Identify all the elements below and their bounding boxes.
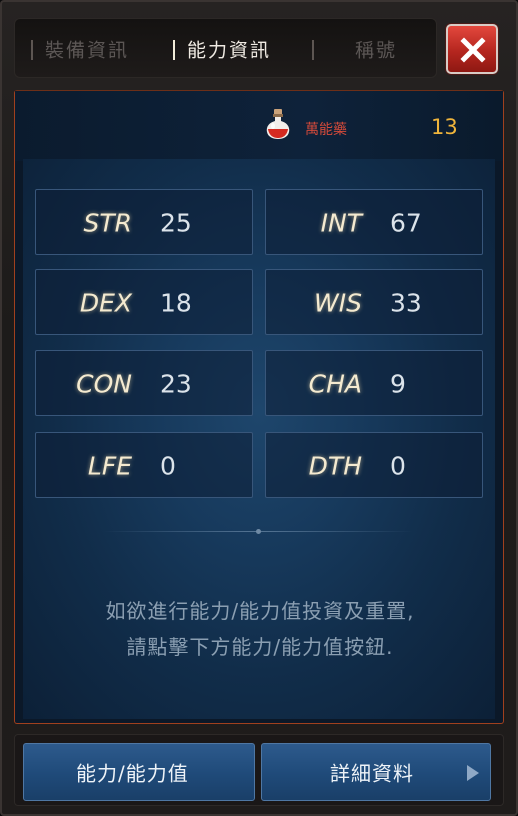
- stat-name: STR: [83, 208, 132, 238]
- tab-separator: [31, 40, 33, 60]
- currency-label: 萬能藥: [305, 122, 347, 138]
- stats-panel: 萬能藥 13 STR 25 INT 67 DEX 18 WIS 33 CON 2…: [14, 90, 504, 724]
- potion-icon: [266, 109, 290, 139]
- stat-value: 33: [390, 288, 422, 318]
- arrow-right-icon: [467, 765, 479, 781]
- stat-dth: DTH 0: [265, 432, 483, 498]
- stat-value: 9: [390, 369, 406, 399]
- stat-dex: DEX 18: [35, 269, 253, 335]
- ability-points-button-label: 能力/能力值: [76, 761, 189, 786]
- divider-dot: [256, 529, 261, 534]
- details-button[interactable]: 詳細資料: [261, 743, 491, 801]
- stat-str: STR 25: [35, 189, 253, 255]
- ability-window: 裝備資訊 能力資訊 稱號 萬能藥 13 STR 25 INT 67 DEX 18…: [0, 0, 518, 816]
- info-text-line1: 如欲進行能力/能力值投資及重置,: [105, 599, 415, 623]
- stat-int: INT 67: [265, 189, 483, 255]
- panel-header: [15, 91, 503, 161]
- stat-name: CHA: [308, 369, 362, 399]
- info-text-line2: 請點擊下方能力/能力值按鈕.: [126, 635, 394, 659]
- stat-lfe: LFE 0: [35, 432, 253, 498]
- stat-value: 23: [160, 369, 192, 399]
- tab-separator-active: [173, 40, 175, 60]
- tab-equipment-info[interactable]: 裝備資訊: [45, 36, 129, 63]
- footer-bar: 能力/能力值 詳細資料: [14, 734, 504, 806]
- tab-ability-info[interactable]: 能力資訊: [187, 36, 271, 63]
- stat-name: DTH: [308, 451, 362, 481]
- details-button-label: 詳細資料: [330, 761, 414, 786]
- close-button[interactable]: [446, 24, 498, 74]
- stat-name: INT: [320, 208, 362, 238]
- tab-bar: 裝備資訊 能力資訊 稱號: [14, 18, 437, 78]
- stat-value: 0: [390, 451, 406, 481]
- currency-value: 13: [431, 115, 458, 139]
- ability-points-button[interactable]: 能力/能力值: [23, 743, 255, 801]
- stat-value: 18: [160, 288, 192, 318]
- stat-wis: WIS 33: [265, 269, 483, 335]
- close-icon: [460, 37, 486, 63]
- tab-separator: [312, 40, 314, 60]
- stat-name: WIS: [314, 288, 362, 318]
- stat-value: 67: [390, 208, 422, 238]
- stat-value: 25: [160, 208, 192, 238]
- stat-name: DEX: [79, 288, 132, 318]
- stat-name: LFE: [87, 451, 132, 481]
- stat-value: 0: [160, 451, 176, 481]
- tab-titles[interactable]: 稱號: [355, 36, 397, 63]
- stat-name: CON: [76, 369, 132, 399]
- stat-con: CON 23: [35, 350, 253, 416]
- stat-cha: CHA 9: [265, 350, 483, 416]
